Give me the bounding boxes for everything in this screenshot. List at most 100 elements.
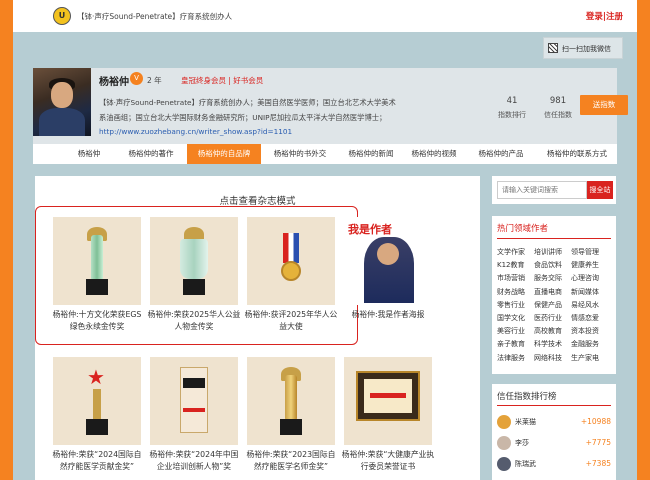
nav-tab-diplomacy[interactable]: 杨裕仲的书外交	[261, 144, 339, 164]
hot-fields-grid: 文学作家 培训讲师 领导管理 K12教育 食品饮料 健康养生市场营销 服务交际 心理咨询财务战…	[497, 247, 613, 366]
hot-field-link[interactable]: 科学技术	[534, 339, 571, 352]
medal-ribbon	[283, 233, 299, 263]
stat-label: 指数排行	[498, 111, 526, 119]
rank-score: +10988	[580, 417, 611, 426]
card-image[interactable]: ★	[53, 357, 141, 445]
hot-field-link[interactable]: 医药行业	[534, 313, 571, 326]
hot-field-link[interactable]: 法律服务	[497, 353, 534, 366]
author-url[interactable]: http://www.zuozhebang.cn/writer_show.asp…	[99, 127, 292, 136]
site-title: 【钵·声疗Sound-Penetrate】疗育系统创办人	[77, 12, 233, 21]
nav-tab-contact[interactable]: 杨裕仲的联系方式	[537, 144, 617, 164]
search-input[interactable]	[497, 181, 587, 199]
card-caption[interactable]: 杨裕仲:荣获“大健康产业执行委员荣誉证书	[340, 449, 436, 473]
wechat-scan-button[interactable]: 扫一扫加我微信	[543, 37, 623, 59]
author-avatar[interactable]	[33, 68, 91, 136]
hot-field-link[interactable]: 美容行业	[497, 326, 534, 339]
nav-tab-home[interactable]: 杨裕仲	[63, 144, 115, 164]
hot-field-link[interactable]: 金融服务	[571, 339, 608, 352]
nav-tab-news[interactable]: 杨裕仲的新闻	[339, 144, 403, 164]
hot-field-link[interactable]: 网络科技	[534, 353, 571, 366]
rank-avatar[interactable]	[497, 436, 511, 450]
card-image[interactable]	[150, 217, 238, 305]
hot-field-link[interactable]: 新闻媒体	[571, 287, 608, 300]
send-index-button[interactable]: 送指数	[580, 95, 628, 115]
certificate-title	[370, 393, 406, 398]
hot-field-link[interactable]: 培训讲师	[534, 247, 571, 260]
trophy-body	[180, 239, 208, 279]
trophy-base	[280, 419, 302, 435]
card-image[interactable]	[150, 357, 238, 445]
hot-field-link[interactable]: 食品饮料	[534, 260, 571, 273]
nav-tab-brand[interactable]: 杨裕仲的自品牌	[187, 144, 261, 164]
hot-field-link[interactable]: 文学作家	[497, 247, 534, 260]
login-link[interactable]: 登录	[586, 10, 603, 22]
rank-row[interactable]: 米莱猫 +10988	[497, 413, 611, 431]
divider	[497, 238, 611, 239]
hot-field-link[interactable]: 零售行业	[497, 300, 534, 313]
stat-value: 981	[549, 96, 567, 106]
register-link[interactable]: 注册	[606, 10, 623, 22]
card-image[interactable]	[53, 217, 141, 305]
trust-rank-panel: 信任指数排行榜 米莱猫 +10988 李莎 +7775 陈瑞武 +7385	[492, 384, 616, 480]
hot-field-link[interactable]: 保健产品	[534, 300, 571, 313]
hot-field-link[interactable]: 直播电商	[534, 287, 571, 300]
certificate-paper	[364, 379, 412, 413]
card-caption[interactable]: 杨裕仲:荣获“2024年中国企业培训创新人物”奖	[146, 449, 242, 473]
profile-nav: 杨裕仲 杨裕仲的著作 杨裕仲的自品牌 杨裕仲的书外交 杨裕仲的新闻 杨裕仲的视频…	[33, 144, 617, 164]
card-caption[interactable]: 杨裕仲:十方文化荣获EGS绿色永续金传奖	[49, 309, 145, 333]
stat-value: 41	[506, 96, 518, 106]
hot-field-link[interactable]: 高校教育	[534, 326, 571, 339]
card-image[interactable]: 我是作者	[344, 217, 432, 305]
nav-tab-products[interactable]: 杨裕仲的产品	[465, 144, 537, 164]
card-caption[interactable]: 杨裕仲:荣获2025华人公益人物金传奖	[146, 309, 242, 333]
hot-field-link[interactable]: 领导管理	[571, 247, 608, 260]
hot-field-link[interactable]: 市场营销	[497, 273, 534, 286]
author-bio: 【钵·声疗Sound-Penetrate】疗育系统创办人；美国自然医学医师；国立…	[99, 98, 396, 122]
card-caption[interactable]: 杨裕仲:荣获“2024国际自然疗能医学贡献金奖”	[49, 449, 145, 473]
nav-tab-video[interactable]: 杨裕仲的视频	[403, 144, 465, 164]
hot-field-link[interactable]: 亲子教育	[497, 339, 534, 352]
site-logo[interactable]: U	[53, 7, 71, 25]
card-caption[interactable]: 杨裕仲:获评2025年华人公益大使	[243, 309, 339, 333]
hot-field-link[interactable]: K12教育	[497, 260, 534, 273]
rank-name[interactable]: 米莱猫	[515, 417, 536, 427]
certificate-frame	[356, 371, 420, 421]
hot-field-link[interactable]: 情感恋爱	[571, 313, 608, 326]
hot-field-link[interactable]: 资本投资	[571, 326, 608, 339]
hot-field-link[interactable]: 财务战略	[497, 287, 534, 300]
nav-tab-works[interactable]: 杨裕仲的著作	[115, 144, 187, 164]
card-image[interactable]	[247, 357, 335, 445]
trophy-base	[86, 279, 108, 295]
top-bar: U 【钵·声疗Sound-Penetrate】疗育系统创办人 登录 | 注册	[13, 0, 637, 32]
star-icon: ★	[87, 365, 105, 389]
avatar-body	[39, 108, 85, 136]
rank-row[interactable]: 陈瑞武 +7385	[497, 455, 611, 473]
medal	[281, 261, 301, 281]
hot-field-link[interactable]: 心理咨询	[571, 273, 608, 286]
membership-tags[interactable]: 皇冠终身会员 | 好书会员	[181, 75, 263, 86]
card-image[interactable]	[247, 217, 335, 305]
poster-title: 我是作者	[348, 223, 392, 236]
qr-code-icon	[548, 43, 558, 53]
rank-name[interactable]: 李莎	[515, 438, 529, 448]
hot-field-link[interactable]: 生产家电	[571, 353, 608, 366]
hot-fields-title: 热门领域作者	[497, 224, 549, 234]
trophy-base	[183, 279, 205, 295]
rank-avatar[interactable]	[497, 415, 511, 429]
hot-field-link[interactable]: 国学文化	[497, 313, 534, 326]
hot-field-link[interactable]: 易经风水	[571, 300, 608, 313]
rank-row[interactable]: 李莎 +7775	[497, 434, 611, 452]
hot-field-link[interactable]: 健康养生	[571, 260, 608, 273]
wechat-scan-label: 扫一扫加我微信	[562, 45, 611, 53]
rank-name[interactable]: 陈瑞武	[515, 459, 536, 469]
card-caption[interactable]: 杨裕仲:荣获“2023国际自然疗能医学名师金奖”	[243, 449, 339, 473]
book-stripe	[183, 408, 205, 412]
rank-avatar[interactable]	[497, 457, 511, 471]
magazine-mode-link[interactable]: 点击查看杂志模式	[35, 193, 480, 207]
membership-years: 2 年	[147, 76, 162, 85]
card-image[interactable]	[344, 357, 432, 445]
author-name: 杨裕仲	[99, 77, 129, 88]
card-caption[interactable]: 杨裕仲:我是作者海报	[340, 309, 436, 321]
search-site-button[interactable]: 搜全站	[587, 181, 613, 199]
hot-field-link[interactable]: 服务交际	[534, 273, 571, 286]
